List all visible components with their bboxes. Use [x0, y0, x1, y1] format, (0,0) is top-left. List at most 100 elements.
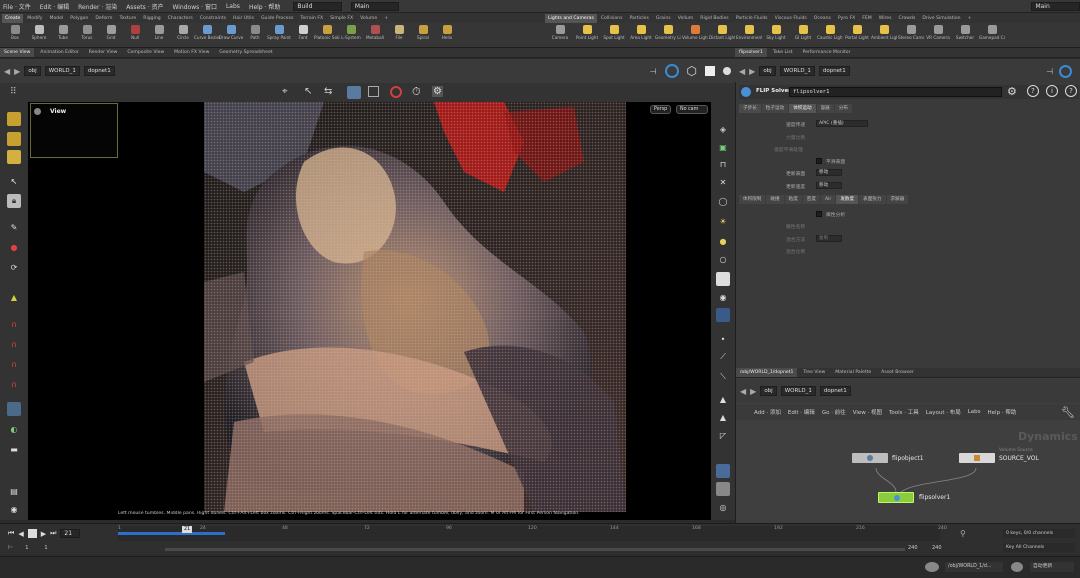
key-search-icon[interactable]: ⚲	[960, 529, 966, 538]
path-crumb-dopnet[interactable]: dopnet1	[818, 66, 850, 76]
menu-help[interactable]: Help · 帮助	[249, 2, 280, 11]
tab-scene-view[interactable]: Scene View	[0, 48, 35, 57]
shelf-tool-portal-light[interactable]: Portal Light	[844, 25, 870, 40]
menu-file[interactable]: File · 文件	[3, 2, 31, 11]
back-arrow-icon[interactable]: ◀	[740, 387, 746, 396]
smooth-surface-checkbox[interactable]	[816, 158, 822, 164]
end-frame-2[interactable]: 240	[932, 545, 942, 551]
end-frame[interactable]: 240	[908, 545, 918, 551]
range-slider[interactable]	[165, 548, 905, 551]
link-icon[interactable]	[664, 64, 679, 78]
shelf-tab[interactable]: Characters	[165, 14, 196, 23]
sub-tab-0[interactable]: 体积限制	[739, 195, 766, 204]
background-icon[interactable]	[716, 272, 730, 286]
tab-render-view[interactable]: Render View	[85, 48, 122, 57]
select-mode-icon[interactable]: ⌖	[282, 86, 288, 97]
stop-icon[interactable]	[27, 529, 37, 538]
shelf-tab[interactable]: Viscous Fluids	[772, 14, 810, 23]
gear-icon[interactable]: ⚙	[1007, 85, 1017, 98]
param-tab-3[interactable]: 容器	[816, 104, 834, 113]
lock-icon[interactable]: 🔒︎	[7, 194, 21, 208]
display-cube-icon[interactable]: ⬡	[687, 64, 697, 78]
light-tool-icon[interactable]: ▲	[7, 290, 21, 304]
hide-icon[interactable]: ✕	[716, 175, 730, 189]
shelf-tool-sphere[interactable]: Sphere	[26, 25, 52, 40]
range-icon[interactable]: ⊢	[8, 544, 13, 551]
pick-icon[interactable]: ↖	[304, 86, 312, 97]
magnet-icon-4[interactable]: ∩	[7, 377, 21, 391]
shelf-tab[interactable]: Crowds	[895, 14, 918, 23]
path-crumb-world[interactable]: WORLD_1	[780, 386, 816, 396]
shelf-tab[interactable]: Drive Simulation	[919, 14, 963, 23]
shelf-tool-circle[interactable]: Circle	[170, 25, 196, 40]
shelf-tab[interactable]: Volume	[357, 14, 380, 23]
shelf-tool-sky-light[interactable]: Sky Light	[763, 25, 789, 40]
camera-tool-icon[interactable]: ●	[7, 240, 21, 254]
timer-icon[interactable]: ⏱	[412, 85, 421, 99]
shelf-tab[interactable]: Oceans	[811, 14, 834, 23]
net-menu-help[interactable]: Help · 帮助	[988, 408, 1017, 416]
shelf-tool-environment-light[interactable]: Environment Light	[736, 25, 762, 40]
tab-tree-view[interactable]: Tree View	[799, 368, 829, 377]
ghost-icon[interactable]: ◯	[716, 194, 730, 208]
net-menu-view[interactable]: View · 视图	[853, 408, 882, 416]
sub-tab-3[interactable]: 密度	[802, 195, 820, 204]
frame-field[interactable]: 21	[60, 529, 81, 538]
param-tab-4[interactable]: 分布	[834, 104, 852, 113]
velocity-transfer-dropdown[interactable]: APIC (重插)	[816, 120, 868, 127]
shelf-tab[interactable]: Guide Process	[258, 14, 296, 23]
white-square-icon[interactable]	[705, 66, 715, 76]
shelf-tool-file[interactable]: File	[386, 25, 412, 40]
shelf-tab[interactable]: Model	[47, 14, 67, 23]
context-dropdown[interactable]: Main	[350, 1, 400, 11]
param-tab-2[interactable]: 体积运动	[789, 104, 816, 113]
checker-icon[interactable]	[716, 482, 730, 496]
blend-method-dropdown[interactable]: 复制	[816, 235, 842, 242]
shelf-tool-font[interactable]: Font	[290, 25, 316, 40]
shelf-tab[interactable]: Terrain FX	[297, 14, 326, 23]
wrench-icon[interactable]: 🔧︎	[1061, 406, 1075, 419]
move-tool-icon[interactable]	[7, 132, 21, 146]
snap-icon[interactable]	[347, 86, 361, 99]
shelf-tool-metaball[interactable]: Metaball	[362, 25, 388, 40]
shelf-tool-draw-curve[interactable]: Draw Curve	[218, 25, 244, 40]
path-crumb-obj[interactable]: obj	[24, 66, 41, 76]
tab-motion-fx-view[interactable]: Motion FX View	[170, 48, 213, 57]
rotate-tool-icon[interactable]	[7, 150, 21, 164]
tab-animation-editor[interactable]: Animation Editor	[36, 48, 82, 57]
node-name-field[interactable]: flipsolver1	[789, 87, 1002, 97]
shelf-tab[interactable]: Deform	[92, 14, 115, 23]
right-context-dropdown[interactable]: Main	[1031, 1, 1080, 11]
shelf-tool-box[interactable]: Box	[2, 25, 28, 40]
shelf-tool-switcher[interactable]: Switcher	[952, 25, 978, 40]
menu-windows[interactable]: Windows · 窗口	[172, 2, 217, 11]
shelf-tab[interactable]: Wires	[876, 14, 895, 23]
tab-material-palette[interactable]: Material Palette	[831, 368, 875, 377]
persp-button[interactable]: Persp	[650, 105, 672, 114]
shelf-tab[interactable]: Modify	[24, 14, 45, 23]
tumble-tool-icon[interactable]: ⟳	[7, 260, 21, 274]
shelf-tool-line[interactable]: Line	[146, 25, 172, 40]
tab-asset-browser[interactable]: Asset Browser	[877, 368, 918, 377]
shelf-tool-torus[interactable]: Torus	[74, 25, 100, 40]
shelf-tool-spray-paint[interactable]: Spray Paint	[266, 25, 292, 40]
update-velocity-dropdown[interactable]: 移动	[816, 182, 842, 189]
step-forward-icon[interactable]: ⏭	[50, 529, 56, 538]
link-icon[interactable]	[1059, 64, 1072, 78]
shelf-tool-geometry-light[interactable]: Geometry Light	[655, 25, 681, 40]
render-icon[interactable]: ◎	[716, 500, 730, 514]
path-crumb-obj[interactable]: obj	[760, 386, 777, 396]
param-tab-0[interactable]: 子步长	[739, 104, 761, 113]
attribute-display-icon[interactable]: ▲	[716, 392, 730, 406]
shelf-tab[interactable]: Lights and Cameras	[545, 13, 597, 23]
question-icon[interactable]: ?	[1065, 85, 1077, 97]
camera-button[interactable]: No cam	[676, 105, 708, 114]
headlight-icon[interactable]: ☀	[716, 214, 730, 228]
start-frame[interactable]: 1	[25, 545, 28, 551]
node-source-vol[interactable]	[959, 453, 995, 463]
bulb-icon[interactable]: ●	[716, 234, 730, 248]
shelf-tab[interactable]: Constraints	[197, 14, 229, 23]
shelf-tool-caustic-light[interactable]: Caustic Light	[817, 25, 843, 40]
shelf-tool-camera[interactable]: Camera	[547, 25, 573, 40]
desktop-dropdown[interactable]: Build	[293, 1, 342, 11]
